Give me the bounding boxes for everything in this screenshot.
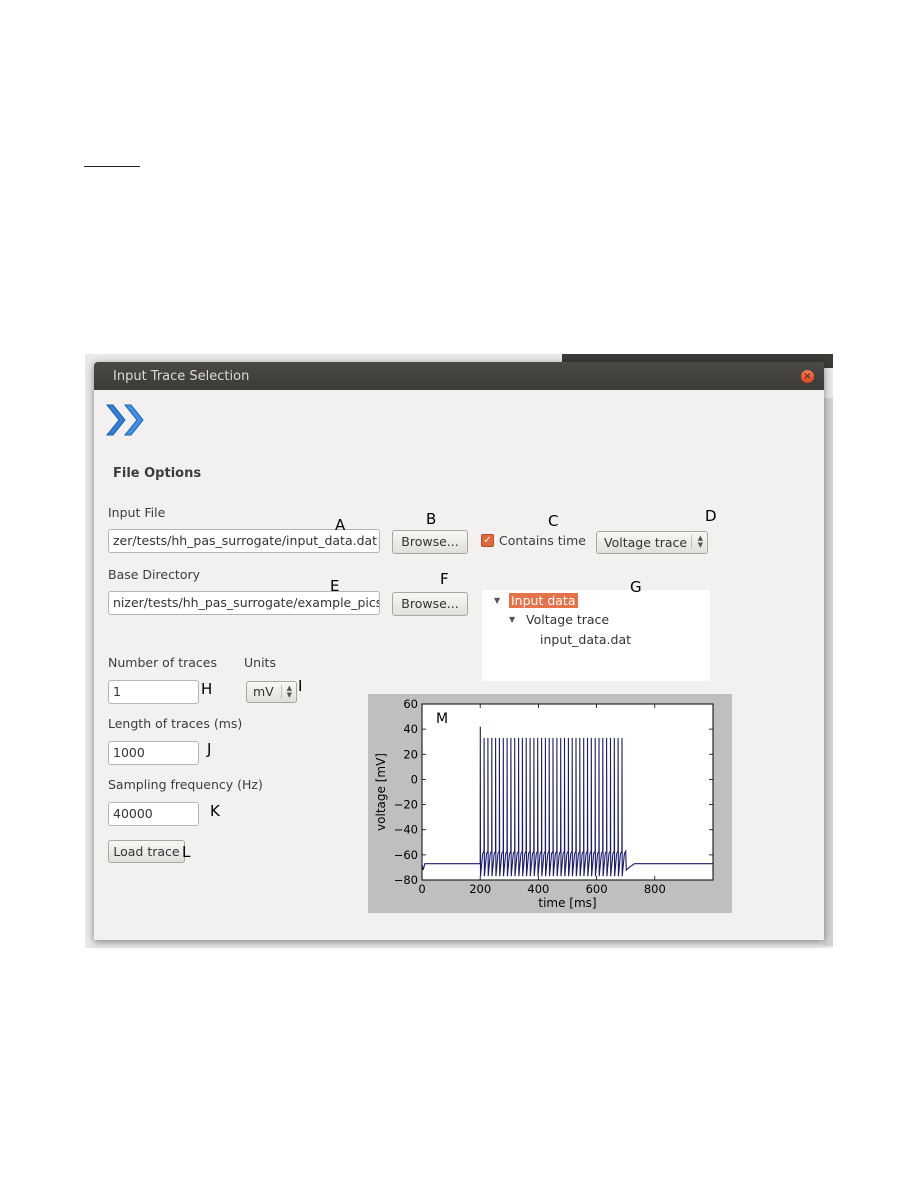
- close-icon[interactable]: ×: [801, 370, 814, 383]
- triangle-down-icon[interactable]: ▼: [494, 596, 500, 605]
- units-value: mV: [253, 684, 274, 699]
- x-tick-label: 400: [527, 882, 549, 896]
- checkmark-icon: ✓: [483, 535, 492, 546]
- base-directory-label: Base Directory: [108, 567, 201, 582]
- annotation-e: E: [330, 577, 340, 595]
- window-title: Input Trace Selection: [113, 369, 250, 384]
- spin-arrows-icon: ▲ ▼: [286, 684, 292, 699]
- x-tick-label: 800: [644, 882, 666, 896]
- trace-type-value: Voltage trace: [604, 535, 688, 550]
- annotation-l: L: [182, 843, 191, 861]
- annotation-m: M: [436, 711, 448, 727]
- length-field[interactable]: 1000: [108, 741, 199, 765]
- length-label: Length of traces (ms): [108, 716, 243, 731]
- x-tick-label: 600: [586, 882, 608, 896]
- annotation-k: K: [210, 802, 220, 820]
- annotation-j: J: [207, 740, 212, 758]
- y-tick-label: 0: [411, 772, 418, 786]
- units-label: Units: [244, 655, 276, 670]
- tree-item-input-data[interactable]: Input data: [509, 593, 578, 608]
- annotation-b: B: [426, 510, 437, 528]
- top-rule: [84, 166, 140, 167]
- tree-item-voltage-trace[interactable]: Voltage trace: [526, 612, 609, 627]
- spin-arrows-icon: ▲ ▼: [697, 534, 703, 549]
- trace-type-select[interactable]: Voltage trace ▲ ▼: [596, 531, 708, 554]
- titlebar: Input Trace Selection ×: [94, 362, 824, 390]
- x-tick-label: 0: [418, 882, 425, 896]
- background-window-edge: [823, 398, 833, 946]
- num-traces-label: Number of traces: [108, 655, 217, 670]
- file-tree[interactable]: ▼ Input data ▼ Voltage trace input_data.…: [482, 590, 710, 681]
- annotation-g: G: [630, 578, 642, 596]
- load-trace-button[interactable]: Load trace: [108, 840, 185, 863]
- units-select[interactable]: mV ▲ ▼: [246, 681, 297, 703]
- annotation-c: C: [548, 512, 559, 530]
- browse-input-button[interactable]: Browse...: [392, 530, 468, 554]
- annotation-i: I: [298, 677, 303, 695]
- contains-time-checkbox[interactable]: ✓: [481, 534, 494, 547]
- x-tick-label: 200: [469, 882, 491, 896]
- tree-item-input-data-file[interactable]: input_data.dat: [540, 632, 631, 647]
- y-tick-label: 60: [403, 697, 418, 711]
- x-axis-label: time [ms]: [538, 896, 596, 910]
- y-tick-label: −80: [394, 873, 418, 887]
- browse-base-button[interactable]: Browse...: [392, 592, 468, 616]
- y-tick-label: 20: [403, 747, 418, 761]
- double-chevron-right-icon[interactable]: [104, 402, 144, 438]
- file-options-title: File Options: [113, 466, 202, 481]
- y-tick-label: −20: [394, 798, 418, 812]
- input-file-label: Input File: [108, 505, 166, 520]
- y-axis-label: voltage [mV]: [374, 753, 388, 831]
- input-trace-selection-dialog: Input Trace Selection × File Options Inp…: [94, 362, 824, 940]
- num-traces-field[interactable]: 1: [108, 680, 199, 704]
- contains-time-label: Contains time: [499, 533, 586, 548]
- y-tick-label: 40: [403, 722, 418, 736]
- annotation-d: D: [705, 507, 717, 525]
- y-tick-label: −60: [394, 848, 418, 862]
- annotation-f: F: [440, 570, 449, 588]
- voltage-plot-svg: 6040200−20−40−60−800 200 400 600 800time [ms…: [374, 697, 714, 910]
- sampling-label: Sampling frequency (Hz): [108, 777, 263, 792]
- sampling-field[interactable]: 40000: [108, 802, 199, 826]
- annotation-h: H: [201, 680, 213, 698]
- triangle-down-icon[interactable]: ▼: [509, 615, 515, 624]
- voltage-plot: 60 40 20 0 −20 −40 −60 −80 0 200 400 600 800 time [ms…: [368, 694, 732, 913]
- annotation-a: A: [335, 516, 346, 534]
- y-tick-label: −40: [394, 823, 418, 837]
